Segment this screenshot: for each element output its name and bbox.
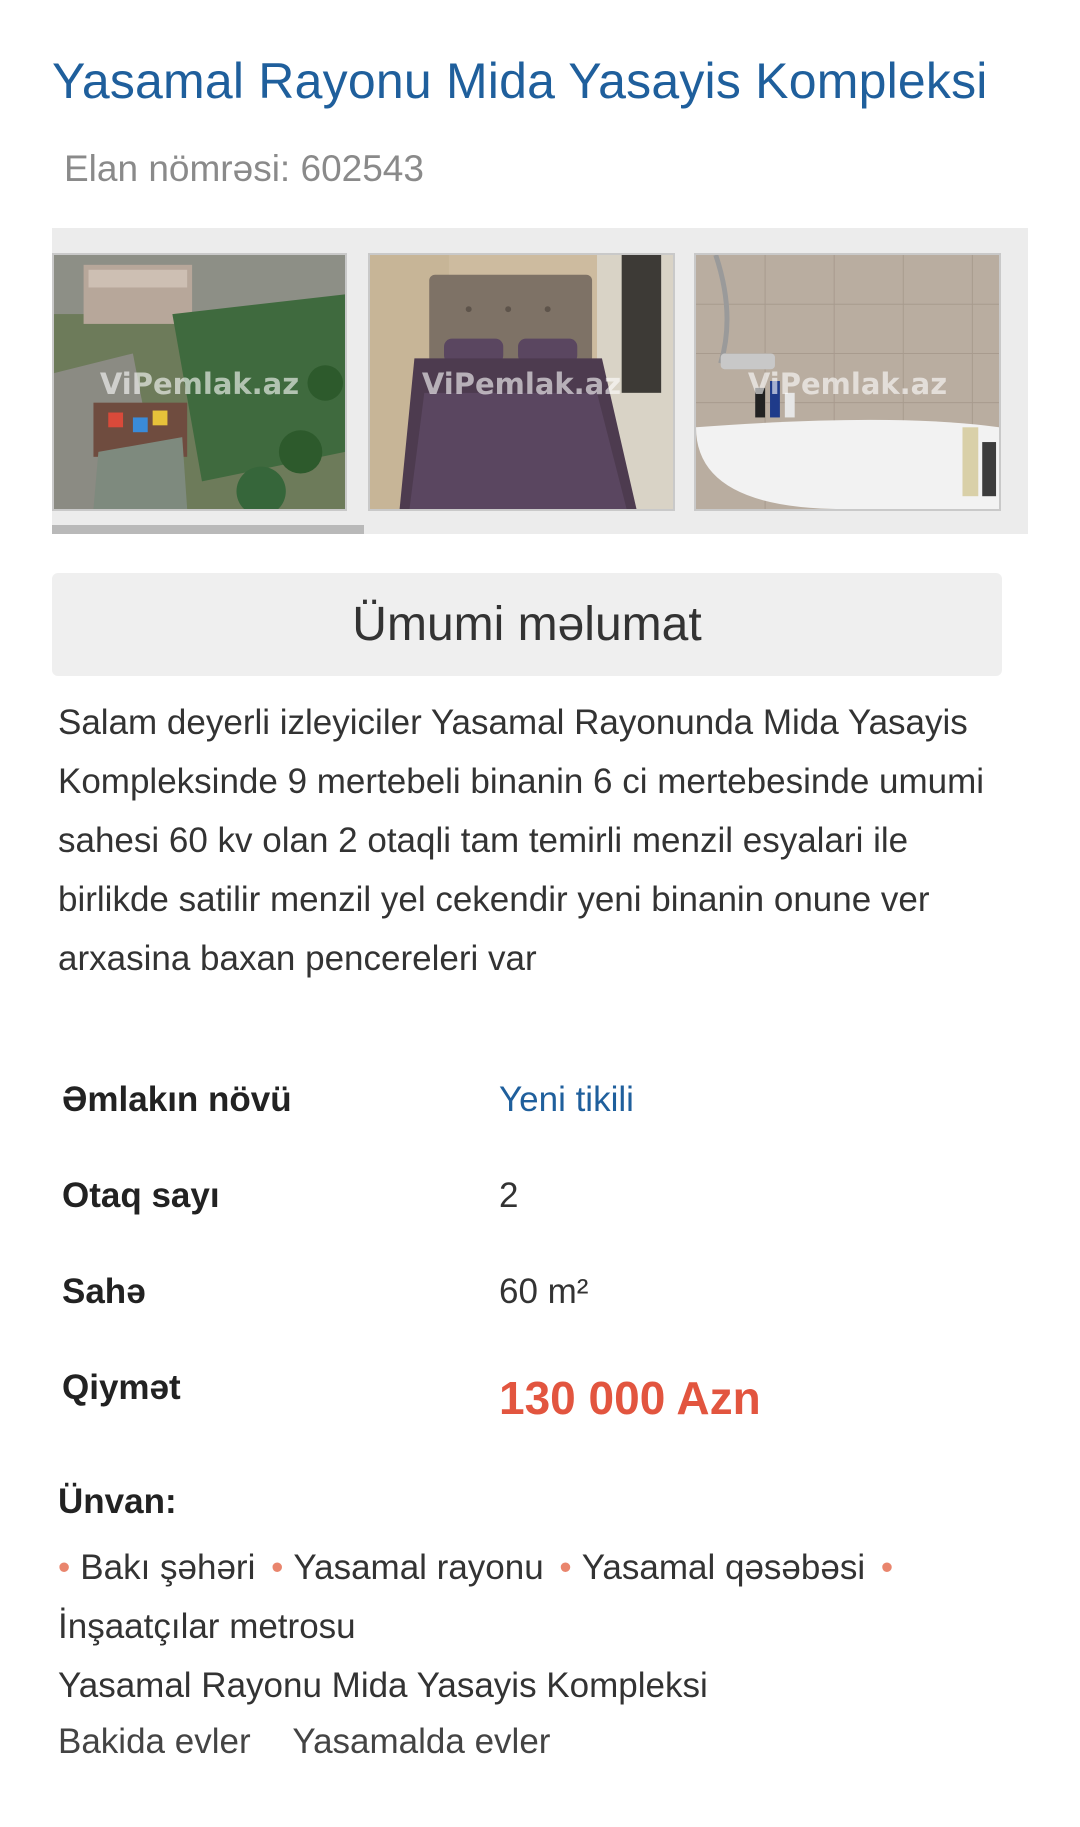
property-row-type: Əmlakın növü Yeni tikili: [62, 1080, 1022, 1176]
address-block: • Bakı şəhəri • Yasamal rayonu • Yasamal qə…: [58, 1538, 1028, 1715]
rooms-label: Otaq sayı: [62, 1176, 220, 1215]
section-general-info-header: Ümumi məlumat: [52, 573, 1002, 676]
rooms-value: 2: [499, 1176, 519, 1215]
property-row-price: Qiymət 130 000 Azn: [62, 1368, 1022, 1464]
address-breadcrumb: • Bakı şəhəri • Yasamal rayonu • Yasamal qə…: [58, 1538, 1028, 1656]
tag-list: Bakida evler Yasamalda evler: [58, 1722, 582, 1762]
page-title: Yasamal Rayonu Mida Yasayis Kompleksi: [52, 53, 988, 109]
property-row-area: Sahə 60 m²: [62, 1272, 1022, 1368]
address-complex: Yasamal Rayonu Mida Yasayis Kompleksi: [58, 1666, 708, 1705]
tag-link[interactable]: Yasamalda evler: [292, 1722, 550, 1762]
watermark-text: ViPemlak.az: [99, 367, 300, 401]
property-row-rooms: Otaq sayı 2: [62, 1176, 1022, 1272]
tag-link[interactable]: Bakida evler: [58, 1722, 251, 1762]
property-details: Əmlakın növü Yeni tikili Otaq sayı 2 Sah…: [62, 1080, 1022, 1464]
bullet-icon: •: [880, 1548, 894, 1587]
gallery-scroll-thumb[interactable]: [52, 525, 365, 534]
address-link-metro[interactable]: İnşaatçılar metrosu: [58, 1607, 356, 1646]
area-value: 60 m²: [499, 1272, 589, 1311]
address-link-city[interactable]: Bakı şəhəri: [80, 1548, 255, 1587]
bullet-icon: •: [271, 1548, 284, 1587]
price-value: 130 000 Azn: [499, 1372, 761, 1424]
bathroom-photo[interactable]: ViPemlak.az: [694, 253, 1001, 511]
watermark-text: ViPemlak.az: [421, 367, 622, 401]
address-link-district[interactable]: Yasamal rayonu: [293, 1548, 543, 1587]
address-label: Ünvan:: [58, 1482, 177, 1521]
photo-gallery[interactable]: ViPemlak.az ViPemlak.az ViPemlak.az: [52, 228, 1028, 534]
address-link-settlement[interactable]: Yasamal qəsəbəsi: [582, 1548, 865, 1587]
bedroom-photo[interactable]: ViPemlak.az: [368, 253, 675, 511]
gallery-scrollbar[interactable]: [52, 525, 1028, 534]
bullet-icon: •: [58, 1548, 71, 1587]
listing-number: Elan nömrəsi: 602543: [64, 148, 424, 189]
area-label: Sahə: [62, 1272, 146, 1311]
property-type-link[interactable]: Yeni tikili: [499, 1080, 634, 1120]
bullet-icon: •: [559, 1548, 572, 1587]
aerial-playground-photo[interactable]: ViPemlak.az: [52, 253, 347, 511]
listing-description: Salam deyerli izleyiciler Yasamal Rayonu…: [58, 703, 985, 978]
watermark-text: ViPemlak.az: [747, 367, 948, 401]
property-type-label: Əmlakın növü: [62, 1080, 292, 1119]
price-label: Qiymət: [62, 1368, 181, 1407]
